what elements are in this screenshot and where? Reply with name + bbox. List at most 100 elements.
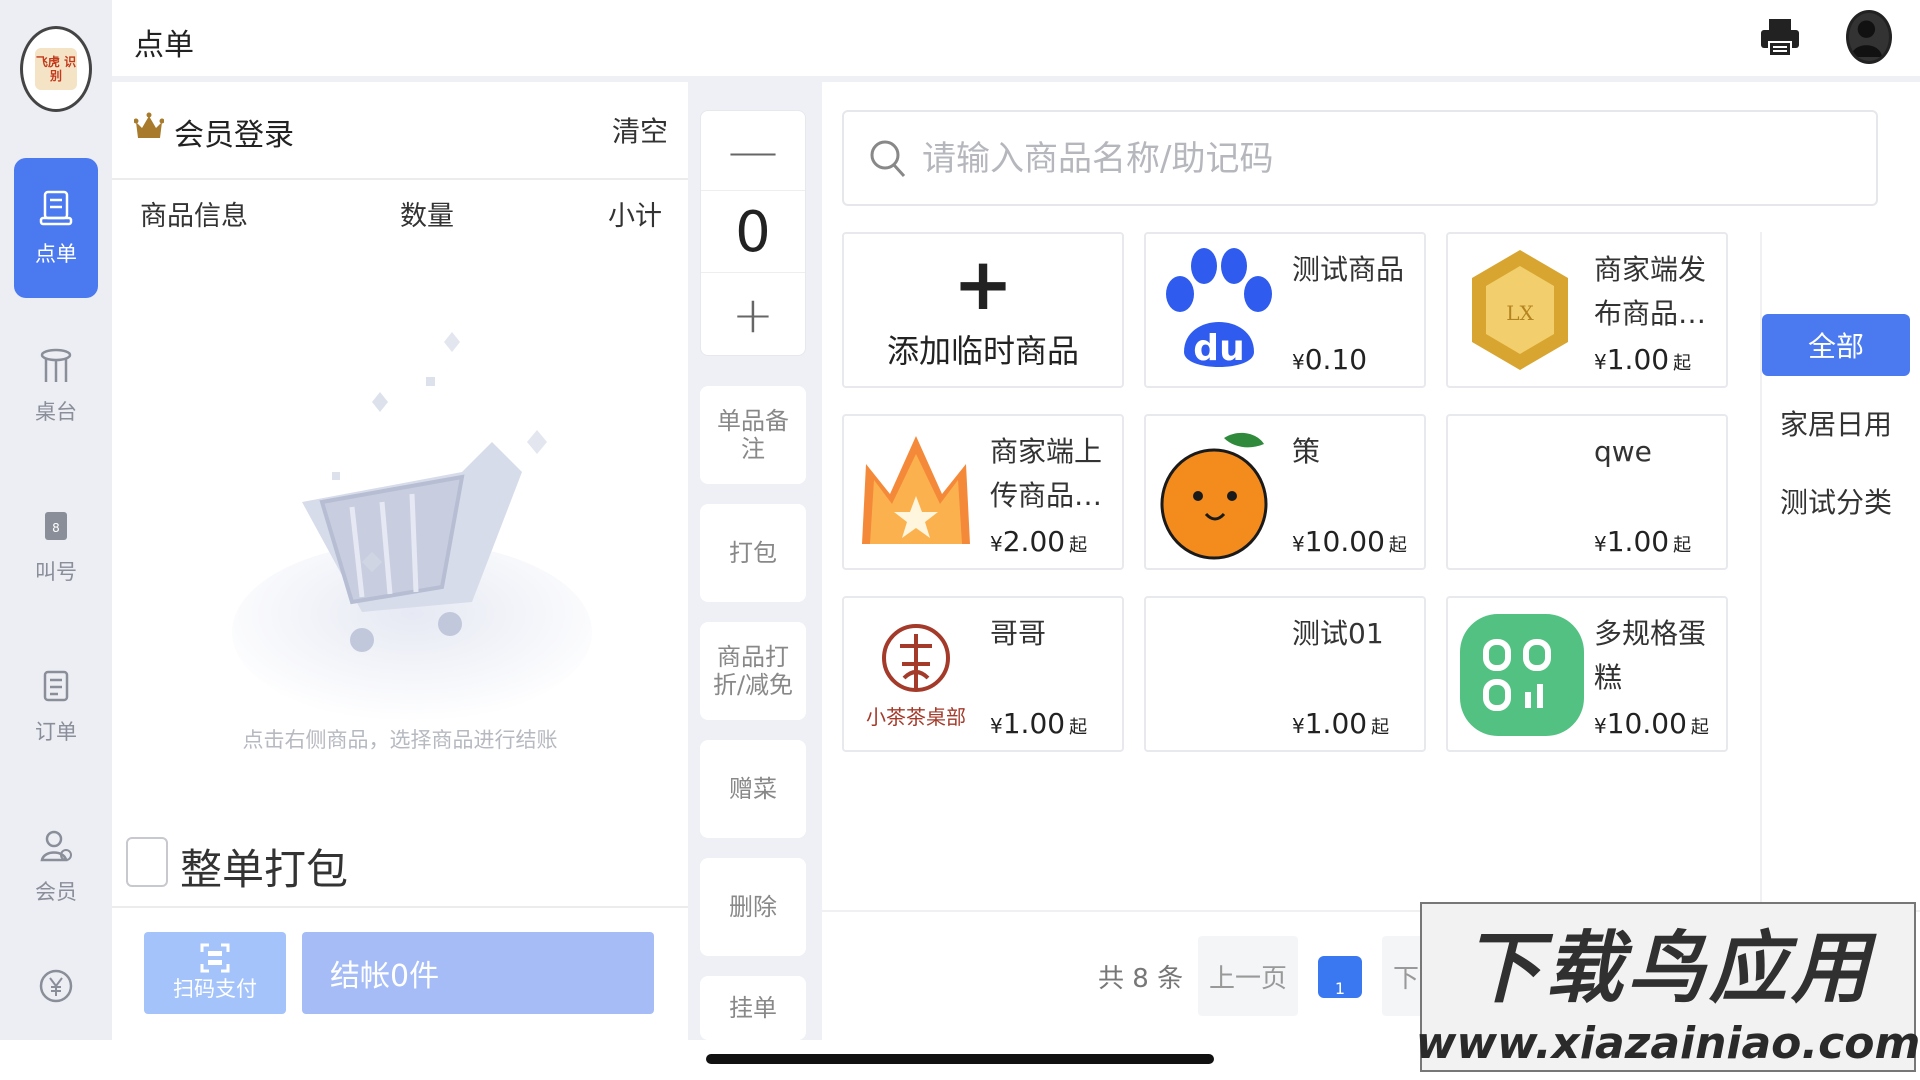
product-name: 商家端上传商品…: [990, 435, 1103, 512]
scan-icon: [200, 943, 230, 973]
product-name: 哥哥: [990, 617, 1047, 650]
order-icon: [39, 190, 73, 226]
decrease-button[interactable]: —: [701, 111, 805, 191]
item-discount-button[interactable]: 商品打折/减免: [700, 622, 806, 720]
search-input[interactable]: [922, 134, 1822, 184]
hold-order-button[interactable]: 挂单: [700, 976, 806, 1040]
watermark-main: 下载鸟应用: [1462, 923, 1873, 1014]
column-header-subtotal: 小计: [608, 201, 662, 232]
cart-footer: 扫码支付 结帐0件: [112, 906, 688, 1040]
product-name: 多规格蛋糕: [1594, 617, 1707, 694]
member-login-row[interactable]: 会员登录 清空: [112, 82, 688, 180]
cart-panel: 会员登录 清空 商品信息 数量 小计 点击右侧商品，选择商品进行结账 整单打包: [112, 82, 688, 1040]
category-list: 全部 家居日用 测试分类: [1760, 232, 1920, 922]
product-price: ¥10.00 起: [1292, 525, 1407, 558]
sidebar-item-label: 会员: [35, 880, 77, 904]
quantity-stepper: — 0 +: [700, 110, 806, 356]
tea-shop-logo-image: 小茶茶桌部: [866, 624, 966, 729]
product-price: ¥2.00 起: [990, 525, 1088, 558]
svg-text:du: du: [1193, 328, 1244, 369]
top-bar: 点单: [112, 0, 1920, 76]
checkout-button[interactable]: 结帐0件: [302, 932, 654, 1014]
product-price: ¥0.10: [1292, 343, 1368, 376]
plus-icon: +: [952, 242, 1014, 326]
sidebar-item-order[interactable]: 点单: [14, 158, 98, 298]
orders-list-icon: [43, 670, 69, 702]
product-name: 添加临时商品: [886, 332, 1079, 370]
category-test[interactable]: 测试分类: [1762, 470, 1910, 532]
product-price: ¥1.00 起: [1594, 525, 1692, 558]
quantity-value: 0: [701, 193, 805, 273]
user-icon: [1850, 20, 1883, 57]
product-name: 策: [1292, 435, 1321, 468]
gold-badge-image: LX: [1472, 250, 1568, 370]
page-number-1[interactable]: 1: [1318, 956, 1362, 998]
column-header-qty: 数量: [400, 201, 454, 232]
category-all[interactable]: 全部: [1762, 314, 1910, 376]
search-icon: [870, 140, 906, 178]
scan-pay-button[interactable]: 扫码支付: [144, 932, 286, 1014]
avatar[interactable]: [1846, 10, 1892, 64]
category-home[interactable]: 家居日用: [1762, 392, 1910, 454]
svg-text:8: 8: [52, 521, 60, 535]
sidebar-item-label: 桌台: [35, 400, 77, 424]
crown-icon: [134, 112, 164, 138]
green-tile-image: [1460, 614, 1584, 736]
product-price: ¥10.00 起: [1594, 707, 1709, 740]
member-icon: [40, 830, 72, 862]
product-name: 商家端发布商品…: [1594, 253, 1707, 330]
watermark-url: www.xiazainiao.com: [1415, 1017, 1920, 1069]
sidebar-item-member[interactable]: 会员: [14, 796, 98, 936]
delete-item-button[interactable]: 删除: [700, 858, 806, 956]
home-indicator[interactable]: [706, 1054, 1214, 1064]
sidebar-item-label: 叫号: [35, 560, 77, 584]
search-box[interactable]: [842, 110, 1878, 206]
product-card[interactable]: 小茶茶桌部 哥哥 ¥1.00 起: [842, 596, 1124, 752]
app-logo: 飞虎 识别: [20, 26, 92, 112]
product-card[interactable]: LX 商家端发布商品… ¥1.00 起: [1446, 232, 1728, 388]
column-header-info: 商品信息: [140, 201, 248, 232]
logo-text: 飞虎 识别: [35, 48, 77, 90]
product-panel: + 添加临时商品 du 测试商品 ¥0.10 LX 商家端发布商品… ¥1.00…: [822, 82, 1920, 1040]
product-name: qwe: [1594, 435, 1652, 468]
watermark: 下载鸟应用 www.xiazainiao.com: [1416, 902, 1920, 1072]
product-price: ¥1.00 起: [990, 707, 1088, 740]
printer-icon[interactable]: [1758, 16, 1802, 60]
baidu-paw-image: du: [1166, 248, 1272, 369]
product-name: 测试商品: [1292, 253, 1405, 286]
yen-icon: [39, 969, 73, 1003]
empty-cart-illustration: [232, 332, 592, 722]
pack-all-checkbox[interactable]: [126, 837, 168, 887]
product-card[interactable]: du 测试商品 ¥0.10: [1144, 232, 1426, 388]
member-login-label: 会员登录: [174, 118, 294, 153]
scan-pay-label: 扫码支付: [173, 977, 257, 1001]
sidebar-item-orders[interactable]: 订单: [14, 636, 98, 776]
orange-fruit-image: [1160, 432, 1268, 560]
sidebar-item-finance[interactable]: [14, 956, 98, 1046]
product-card[interactable]: 测试01 ¥1.00 起: [1144, 596, 1426, 752]
table-icon: [40, 348, 72, 382]
product-card[interactable]: 商家端上传商品… ¥2.00 起: [842, 414, 1124, 570]
product-price: ¥1.00 起: [1594, 343, 1692, 376]
product-card[interactable]: 多规格蛋糕 ¥10.00 起: [1446, 596, 1728, 752]
sidebar-item-label: 订单: [35, 720, 77, 744]
gift-item-button[interactable]: 赠菜: [700, 740, 806, 838]
total-count: 共 8 条: [1098, 964, 1184, 994]
sidebar: 飞虎 识别 点单 桌台 8 叫号 订单 会员: [0, 0, 112, 1040]
sidebar-item-table[interactable]: 桌台: [14, 316, 98, 456]
increase-button[interactable]: +: [701, 275, 805, 355]
prev-page-button[interactable]: 上一页: [1198, 936, 1298, 1016]
product-card[interactable]: 策 ¥10.00 起: [1144, 414, 1426, 570]
sidebar-item-call-number[interactable]: 8 叫号: [14, 476, 98, 616]
call-number-icon: 8: [45, 512, 67, 540]
add-temp-product-card[interactable]: + 添加临时商品: [842, 232, 1124, 388]
product-name: 测试01: [1292, 617, 1384, 650]
product-price: ¥1.00 起: [1292, 707, 1390, 740]
clear-cart-button[interactable]: 清空: [612, 110, 668, 150]
pack-item-button[interactable]: 打包: [700, 504, 806, 602]
crown-product-image: [862, 436, 970, 544]
item-note-button[interactable]: 单品备注: [700, 386, 806, 484]
sidebar-item-label: 点单: [35, 242, 77, 266]
product-card[interactable]: qwe ¥1.00 起: [1446, 414, 1728, 570]
page-title: 点单: [134, 28, 194, 63]
